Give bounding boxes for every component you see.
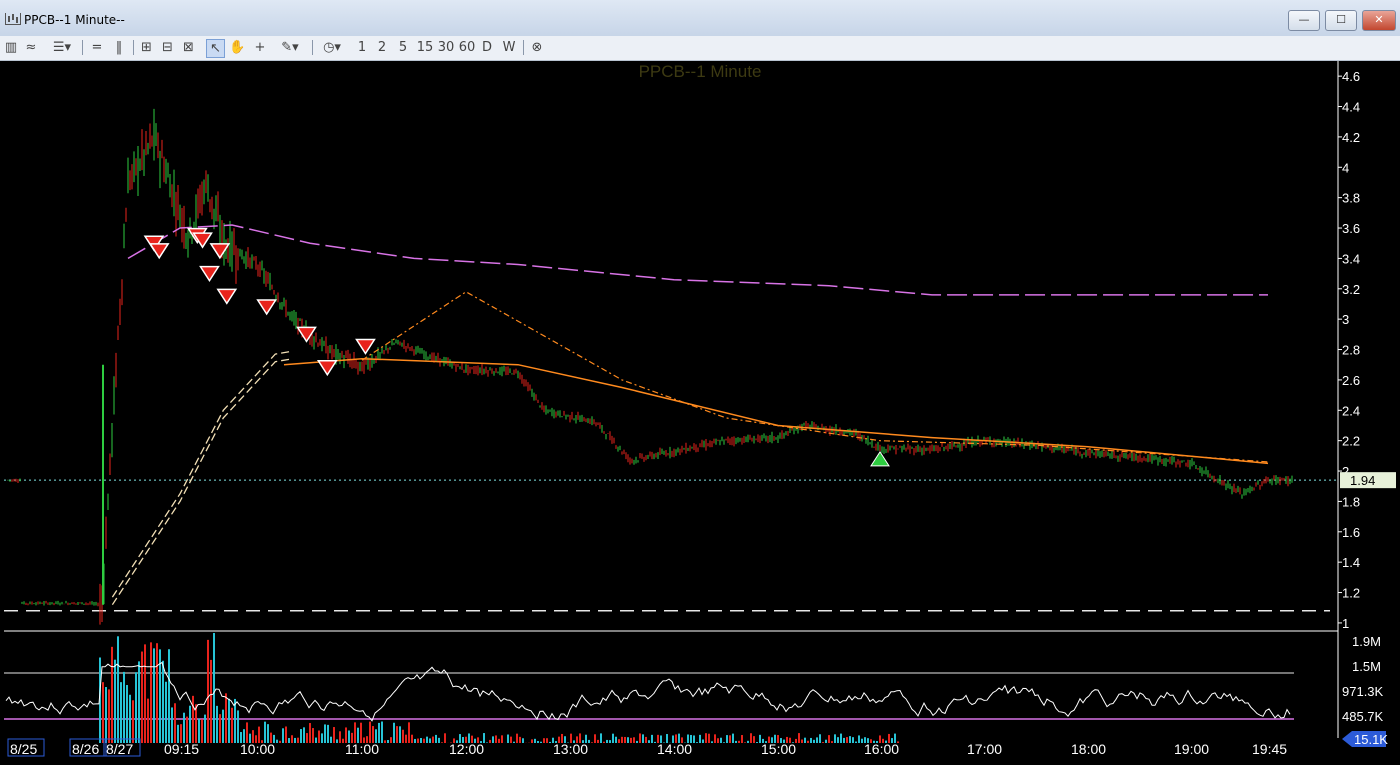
- y-tick-label: 4.2: [1342, 130, 1360, 145]
- x-tick-label: 17:00: [967, 741, 1002, 757]
- volume-tick-label: 1.9M: [1352, 634, 1381, 649]
- vwap-line: [127, 224, 1268, 296]
- y-tick-label: 3.8: [1342, 191, 1360, 206]
- y-tick-label: 2.2: [1342, 434, 1360, 449]
- pan-hand-icon[interactable]: ✋: [229, 39, 245, 56]
- toolbar-divider: [133, 40, 134, 55]
- x-tick-label: 16:00: [864, 741, 899, 757]
- pointer-tool-icon[interactable]: ↖: [206, 39, 225, 58]
- sell-signal-marker: [199, 265, 220, 282]
- chart-app-icon: [5, 13, 21, 25]
- sell-signal-marker: [296, 326, 317, 343]
- ma-cream-dashed-line-2: [111, 350, 293, 598]
- maximize-button[interactable]: ☐: [1325, 10, 1357, 31]
- y-tick-label: 3.4: [1342, 251, 1360, 266]
- sell-signal-marker: [216, 288, 238, 305]
- y-tick-label: 3.2: [1342, 282, 1360, 297]
- toolbar-divider: [82, 40, 83, 55]
- zoom-reset-icon[interactable]: ⊠: [181, 39, 196, 56]
- sell-signal-marker: [256, 299, 278, 316]
- x-tick-label: 19:45: [1252, 741, 1287, 757]
- sell-signal-marker: [355, 338, 376, 355]
- minimize-button[interactable]: —: [1288, 10, 1320, 31]
- interval-button-weekly[interactable]: W: [501, 39, 517, 56]
- toolbar-divider: [312, 40, 313, 55]
- y-tick-label: 1.2: [1342, 586, 1360, 601]
- x-tick-label: 19:00: [1174, 741, 1209, 757]
- y-tick-label: 4.4: [1342, 100, 1360, 115]
- y-tick-label: 2.8: [1342, 343, 1360, 358]
- close-icon: ✕: [1374, 13, 1384, 26]
- horizontal-line-icon[interactable]: =: [90, 39, 104, 56]
- price-chart-svg: PPCB--1 Minute 4.6 4.4 4.2 4 3.8 3.6 3.4 3.2 3 2.…: [4, 61, 1396, 633]
- y-tick-label: 1.4: [1342, 555, 1360, 570]
- draw-pen-dropdown-icon[interactable]: ✎▾: [276, 39, 304, 56]
- volume-tick-label: 1.5M: [1352, 659, 1381, 674]
- ma-dashed-orange-line: [361, 291, 1269, 463]
- ma-orange-line: [283, 357, 1269, 465]
- y-tick-label: 3.6: [1342, 221, 1360, 236]
- volume-bars: [99, 633, 899, 743]
- chart-type-icon[interactable]: ▥: [4, 39, 18, 56]
- volume-chart-svg: 1.9M 1.5M 971.3K 485.7K 15.1K 8/25 8/26 8/27 09:…: [4, 633, 1388, 757]
- chart-toolbar: ▥ ≈ ☰▾ = ‖ ⊞ ⊟ ⊠ ↖ ✋ + ✎▾ ◷▾ 1 2 5 15 30…: [0, 36, 1400, 61]
- interval-button-30[interactable]: 30: [437, 39, 455, 56]
- y-tick-label: 1: [1342, 616, 1349, 631]
- x-tick-label: 8/25: [10, 741, 37, 757]
- minimize-icon: —: [1298, 13, 1310, 26]
- x-tick-label: 12:00: [449, 741, 484, 757]
- y-tick-label: 3: [1342, 312, 1349, 327]
- x-tick-label: 10:00: [240, 741, 275, 757]
- toolbar-divider: [523, 40, 524, 55]
- x-tick-label: 18:00: [1071, 741, 1106, 757]
- maximize-icon: ☐: [1336, 13, 1346, 26]
- current-price-label: 1.94: [1350, 473, 1375, 488]
- y-tick-label: 2.4: [1342, 403, 1360, 418]
- interval-button-2[interactable]: 2: [376, 39, 388, 56]
- ma-cream-dashed-line: [111, 358, 293, 606]
- chart-title: PPCB--1 Minute: [639, 62, 762, 81]
- interval-button-5[interactable]: 5: [397, 39, 409, 56]
- volume-pane[interactable]: 1.9M 1.5M 971.3K 485.7K 15.1K 8/25 8/26 8/27 09:…: [0, 633, 1400, 765]
- interval-button-daily[interactable]: D: [480, 39, 494, 56]
- x-tick-label: 13:00: [553, 741, 588, 757]
- x-tick-label: 11:00: [345, 741, 379, 757]
- y-tick-label: 1.8: [1342, 494, 1360, 509]
- window-title: PPCB--1 Minute--: [24, 13, 125, 27]
- interval-button-15[interactable]: 15: [416, 39, 434, 56]
- buy-signal-marker: [870, 450, 890, 467]
- candle-series: [7, 108, 1293, 625]
- sell-signal-marker: [316, 360, 338, 377]
- interval-dropdown-icon[interactable]: ◷▾: [318, 39, 346, 56]
- y-tick-label: 4.6: [1342, 69, 1360, 84]
- volume-tick-label: 485.7K: [1342, 709, 1384, 724]
- interval-button-1[interactable]: 1: [356, 39, 368, 56]
- cancel-circle-icon[interactable]: ⊗: [529, 39, 545, 56]
- studies-dropdown-icon[interactable]: ☰▾: [48, 39, 76, 56]
- vertical-line-icon[interactable]: ‖: [112, 39, 126, 56]
- line-style-icon[interactable]: ≈: [24, 39, 38, 56]
- y-tick-label: 1.6: [1342, 525, 1360, 540]
- window-titlebar: PPCB--1 Minute-- — ☐ ✕: [0, 0, 1400, 37]
- crosshair-icon[interactable]: +: [252, 39, 268, 56]
- zoom-out-icon[interactable]: ⊟: [160, 39, 175, 56]
- price-chart-pane[interactable]: PPCB--1 Minute 4.6 4.4 4.2 4 3.8 3.6 3.4 3.2 3 2.…: [0, 61, 1400, 633]
- x-tick-label: 14:00: [657, 741, 692, 757]
- x-tick-label: 15:00: [761, 741, 796, 757]
- oscillator-line: [5, 661, 1291, 722]
- sell-signal-marker: [148, 243, 170, 260]
- x-tick-label: 8/26: [72, 741, 99, 757]
- x-tick-label: 09:15: [164, 741, 199, 757]
- x-tick-label: 8/27: [106, 741, 133, 757]
- close-button[interactable]: ✕: [1362, 10, 1396, 31]
- y-tick-label: 2.6: [1342, 373, 1360, 388]
- y-tick-label: 4: [1342, 160, 1349, 175]
- volume-current-label: 15.1K: [1354, 732, 1388, 747]
- interval-button-60[interactable]: 60: [458, 39, 476, 56]
- zoom-in-icon[interactable]: ⊞: [139, 39, 154, 56]
- volume-tick-label: 971.3K: [1342, 684, 1384, 699]
